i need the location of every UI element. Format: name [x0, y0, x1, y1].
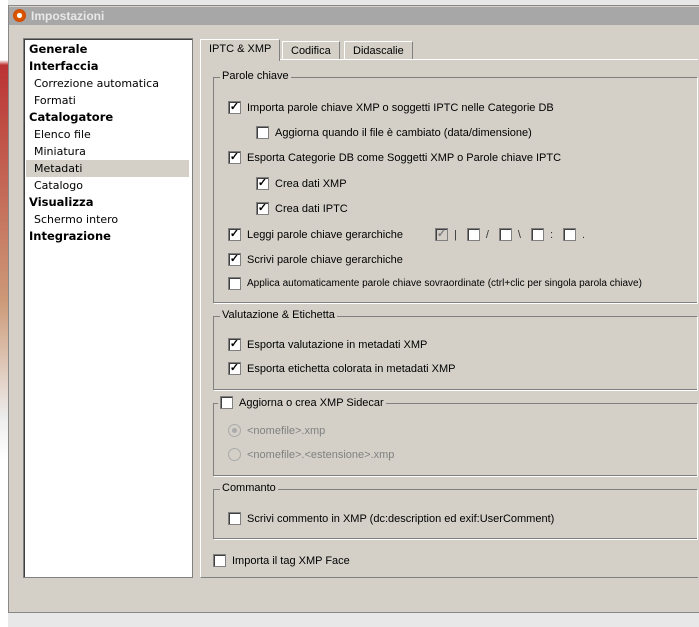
write-comment-label: Scrivi commento in XMP (dc:description e…: [247, 512, 555, 525]
separator-slash-checkbox[interactable]: [466, 228, 480, 241]
check-icon: ✓: [228, 253, 241, 266]
check-icon: ✓: [256, 177, 269, 190]
title-bar[interactable]: Impostazioni: [9, 7, 699, 25]
check-icon: ✓: [228, 101, 241, 114]
read-hierarchical-checkbox[interactable]: ✓ Leggi parole chiave gerarchiche: [228, 228, 403, 241]
export-label-label: Esporta etichetta colorata in metadati X…: [247, 362, 456, 375]
separator-dot-checkbox[interactable]: [563, 228, 577, 241]
app-logo-icon: [13, 9, 26, 22]
separator-colon-checkbox[interactable]: [530, 228, 544, 241]
read-hierarchical-label: Leggi parole chiave gerarchiche: [247, 228, 403, 241]
tab-didascalie[interactable]: Didascalie: [344, 41, 413, 60]
export-label-checkbox[interactable]: ✓ Esporta etichetta colorata in metadati …: [228, 362, 456, 375]
sidecar-opt1-label: <nomefile>.xmp: [247, 424, 326, 437]
sidecar-opt2-label: <nomefile>.<estensione>.xmp: [247, 448, 395, 461]
export-categories-label: Esporta Categorie DB come Soggetti XMP o…: [247, 151, 562, 164]
background-window: [0, 0, 8, 627]
radio-icon: [228, 424, 241, 437]
rating-group-title: Valutazione & Etichetta: [220, 309, 337, 321]
sidecar-label: Aggiorna o crea XMP Sidecar: [239, 396, 384, 409]
checkbox-box: [220, 396, 233, 409]
create-iptc-label: Crea dati IPTC: [275, 202, 348, 215]
separator-backslash-checkbox[interactable]: [498, 228, 512, 241]
checkbox-box: [256, 126, 269, 139]
sidebar-item-elenco-file[interactable]: Elenco file: [24, 126, 192, 143]
auto-apply-label: Applica automaticamente parole chiave so…: [247, 278, 642, 289]
rating-group: Valutazione & Etichetta ✓ Esporta valutaz…: [213, 309, 697, 390]
check-icon: ✓: [228, 151, 241, 164]
separator-pipe-checkbox[interactable]: ✓: [435, 228, 448, 241]
separator-options: ✓ | / \ : .: [435, 228, 595, 241]
update-on-change-checkbox[interactable]: Aggiorna quando il file è cambiato (data…: [256, 126, 532, 139]
sidecar-xmp-radio[interactable]: <nomefile>.xmp: [228, 424, 325, 437]
sidebar-item-catalogatore[interactable]: Catalogatore: [24, 109, 192, 126]
export-rating-checkbox[interactable]: ✓ Esporta valutazione in metadati XMP: [228, 338, 427, 351]
comment-group-title: Commanto: [220, 482, 278, 494]
create-xmp-label: Crea dati XMP: [275, 177, 347, 190]
keywords-group: Parole chiave ✓ Importa parole chiave XMP…: [213, 70, 697, 303]
settings-dialog: Impostazioni Generale Interfaccia Correz…: [8, 5, 699, 613]
sidebar-item-formati[interactable]: Formati: [24, 92, 192, 109]
create-iptc-checkbox[interactable]: ✓ Crea dati IPTC: [256, 202, 348, 215]
sidecar-checkbox[interactable]: Aggiorna o crea XMP Sidecar: [218, 396, 386, 409]
import-face-checkbox[interactable]: Importa il tag XMP Face: [213, 554, 350, 567]
separator-label: :: [549, 228, 554, 241]
sidebar-item-metadati[interactable]: Metadati: [26, 160, 189, 177]
separator-label: .: [582, 228, 586, 241]
import-face-label: Importa il tag XMP Face: [232, 554, 350, 567]
checkbox-box: [228, 277, 241, 290]
import-keywords-label: Importa parole chiave XMP o soggetti IPT…: [247, 101, 554, 114]
tab-panel: Parole chiave ✓ Importa parole chiave XMP…: [200, 59, 698, 578]
comment-group: Commanto Scrivi commento in XMP (dc:desc…: [213, 482, 697, 539]
checkbox-box: [213, 554, 226, 567]
sidebar-item-interfaccia[interactable]: Interfaccia: [24, 58, 192, 75]
checkbox-box: [228, 512, 241, 525]
sidebar-item-schermo-intero[interactable]: Schermo intero: [24, 211, 192, 228]
separator-label: \: [517, 228, 521, 241]
create-xmp-checkbox[interactable]: ✓ Crea dati XMP: [256, 177, 347, 190]
separator-label: /: [485, 228, 489, 241]
category-list[interactable]: Generale Interfaccia Correzione automati…: [23, 38, 193, 578]
write-hierarchical-label: Scrivi parole chiave gerarchiche: [247, 253, 403, 266]
export-categories-checkbox[interactable]: ✓ Esporta Categorie DB come Soggetti XMP …: [228, 151, 561, 164]
sidecar-ext-xmp-radio[interactable]: <nomefile>.<estensione>.xmp: [228, 448, 394, 461]
auto-apply-checkbox[interactable]: Applica automaticamente parole chiave so…: [228, 277, 642, 290]
sidecar-group: Aggiorna o crea XMP Sidecar <nomefile>.x…: [213, 396, 697, 476]
keywords-group-title: Parole chiave: [220, 70, 291, 82]
window-title: Impostazioni: [31, 9, 105, 23]
sidebar-item-visualizza[interactable]: Visualizza: [24, 194, 192, 211]
export-rating-label: Esporta valutazione in metadati XMP: [247, 338, 428, 351]
update-on-change-label: Aggiorna quando il file è cambiato (data…: [275, 126, 532, 139]
tab-iptc-xmp[interactable]: IPTC & XMP: [200, 39, 281, 61]
sidebar-item-generale[interactable]: Generale: [24, 41, 192, 58]
check-icon: ✓: [256, 202, 269, 215]
sidebar-item-integrazione[interactable]: Integrazione: [24, 228, 192, 245]
radio-icon: [228, 448, 241, 461]
check-icon: ✓: [228, 338, 241, 351]
import-keywords-checkbox[interactable]: ✓ Importa parole chiave XMP o soggetti IP…: [228, 101, 554, 114]
write-comment-checkbox[interactable]: Scrivi commento in XMP (dc:description e…: [228, 512, 554, 525]
check-icon: ✓: [228, 362, 241, 375]
tab-codifica[interactable]: Codifica: [282, 41, 340, 60]
sidebar-item-miniatura[interactable]: Miniatura: [24, 143, 192, 160]
separator-label: |: [454, 228, 457, 241]
sidebar-item-catalogo[interactable]: Catalogo: [24, 177, 192, 194]
write-hierarchical-checkbox[interactable]: ✓ Scrivi parole chiave gerarchiche: [228, 253, 403, 266]
check-icon: ✓: [228, 228, 241, 241]
sidebar-item-correzione[interactable]: Correzione automatica: [24, 75, 192, 92]
